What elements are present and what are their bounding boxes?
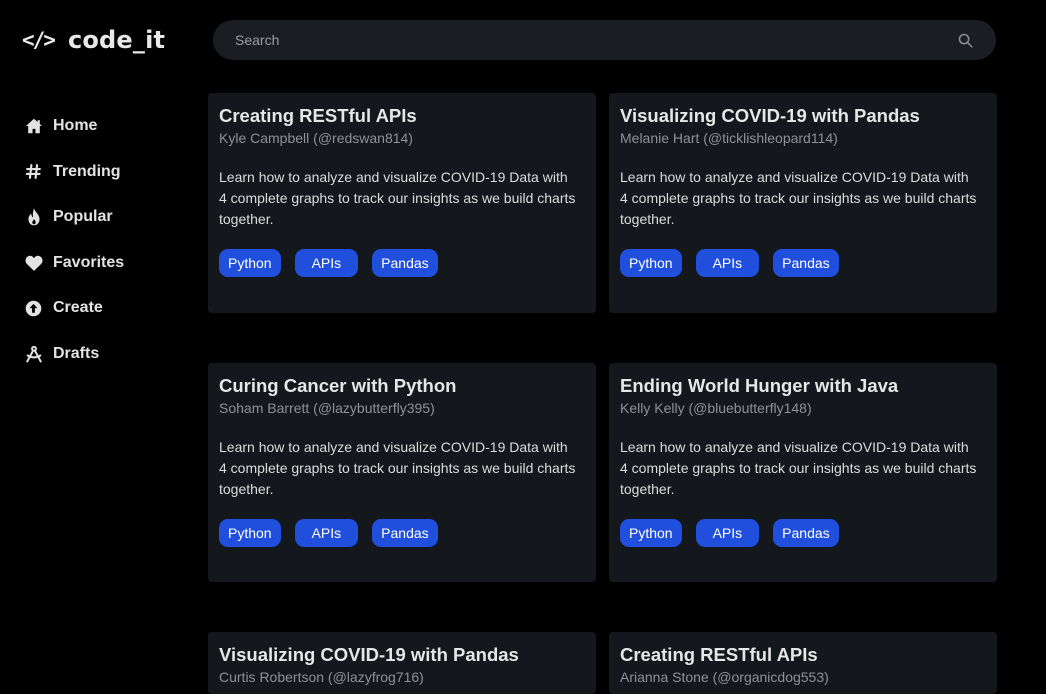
search-icon[interactable]	[956, 31, 974, 49]
post-author[interactable]: Soham Barrett (@lazybutterfly395)	[219, 399, 585, 417]
sidebar-item-popular[interactable]: Popular	[24, 197, 184, 237]
tag-python[interactable]: Python	[620, 249, 682, 277]
sidebar-item-label: Popular	[53, 208, 113, 226]
post-author[interactable]: Curtis Robertson (@lazyfrog716)	[219, 668, 585, 686]
tag-pandas[interactable]: Pandas	[773, 519, 839, 547]
tag-list: Python APIs Pandas	[620, 249, 986, 277]
search-input[interactable]	[235, 32, 956, 48]
tag-list: Python APIs Pandas	[219, 249, 585, 277]
sidebar-item-home[interactable]: Home	[24, 106, 184, 146]
post-description: Learn how to analyze and visualize COVID…	[620, 169, 977, 227]
heart-icon	[24, 253, 43, 272]
post-description: Learn how to analyze and visualize COVID…	[620, 439, 977, 497]
tag-pandas[interactable]: Pandas	[773, 249, 839, 277]
post-description: Learn how to analyze and visualize COVID…	[219, 169, 576, 227]
post-title[interactable]: Visualizing COVID-19 with Pandas	[620, 105, 986, 127]
post-title[interactable]: Visualizing COVID-19 with Pandas	[219, 644, 585, 666]
tag-pandas[interactable]: Pandas	[372, 249, 438, 277]
post-author[interactable]: Melanie Hart (@ticklishleopard114)	[620, 129, 986, 147]
hash-icon	[24, 162, 43, 181]
post-author[interactable]: Kyle Campbell (@redswan814)	[219, 129, 585, 147]
tag-list: Python APIs Pandas	[219, 519, 585, 547]
sidebar-item-label: Create	[53, 299, 103, 317]
post-title[interactable]: Creating RESTful APIs	[219, 105, 585, 127]
sidebar-item-label: Drafts	[53, 344, 100, 362]
tag-apis[interactable]: APIs	[294, 519, 359, 547]
tag-pandas[interactable]: Pandas	[372, 519, 438, 547]
code-icon: </>	[22, 28, 56, 52]
search-bar[interactable]	[213, 20, 996, 60]
post-card[interactable]: Creating RESTful APIs Arianna Stone (@or…	[609, 632, 997, 694]
post-card[interactable]: Visualizing COVID-19 with Pandas Melanie…	[609, 93, 997, 313]
app-logo[interactable]: </> code_it	[22, 24, 165, 56]
sidebar-item-trending[interactable]: Trending	[24, 152, 184, 192]
drafting-compass-icon	[24, 344, 43, 363]
sidebar-item-favorites[interactable]: Favorites	[24, 243, 184, 283]
sidebar-item-drafts[interactable]: Drafts	[24, 334, 184, 374]
post-description: Learn how to analyze and visualize COVID…	[219, 439, 576, 497]
tag-python[interactable]: Python	[620, 519, 682, 547]
tag-python[interactable]: Python	[219, 519, 281, 547]
sidebar-item-label: Trending	[53, 162, 121, 180]
home-icon	[24, 117, 43, 136]
tag-python[interactable]: Python	[219, 249, 281, 277]
upload-icon	[24, 299, 43, 318]
post-card[interactable]: Visualizing COVID-19 with Pandas Curtis …	[208, 632, 596, 694]
tag-apis[interactable]: APIs	[695, 249, 760, 277]
post-author[interactable]: Kelly Kelly (@bluebutterfly148)	[620, 399, 986, 417]
post-title[interactable]: Ending World Hunger with Java	[620, 375, 986, 397]
tag-apis[interactable]: APIs	[695, 519, 760, 547]
post-title[interactable]: Creating RESTful APIs	[620, 644, 986, 666]
post-author[interactable]: Arianna Stone (@organicdog553)	[620, 668, 986, 686]
post-card[interactable]: Creating RESTful APIs Kyle Campbell (@re…	[208, 93, 596, 313]
sidebar-item-label: Home	[53, 117, 98, 134]
sidebar-nav: Home Trending Popular Favorites Create D…	[24, 106, 184, 380]
flame-icon	[24, 208, 43, 227]
post-title[interactable]: Curing Cancer with Python	[219, 375, 585, 397]
post-card[interactable]: Curing Cancer with Python Soham Barrett …	[208, 363, 596, 582]
app-name: code_it	[67, 26, 166, 54]
tag-list: Python APIs Pandas	[620, 519, 986, 547]
post-card[interactable]: Ending World Hunger with Java Kelly Kell…	[609, 363, 997, 582]
sidebar-item-create[interactable]: Create	[24, 288, 184, 328]
sidebar-item-label: Favorites	[53, 253, 125, 271]
tag-apis[interactable]: APIs	[294, 249, 359, 277]
